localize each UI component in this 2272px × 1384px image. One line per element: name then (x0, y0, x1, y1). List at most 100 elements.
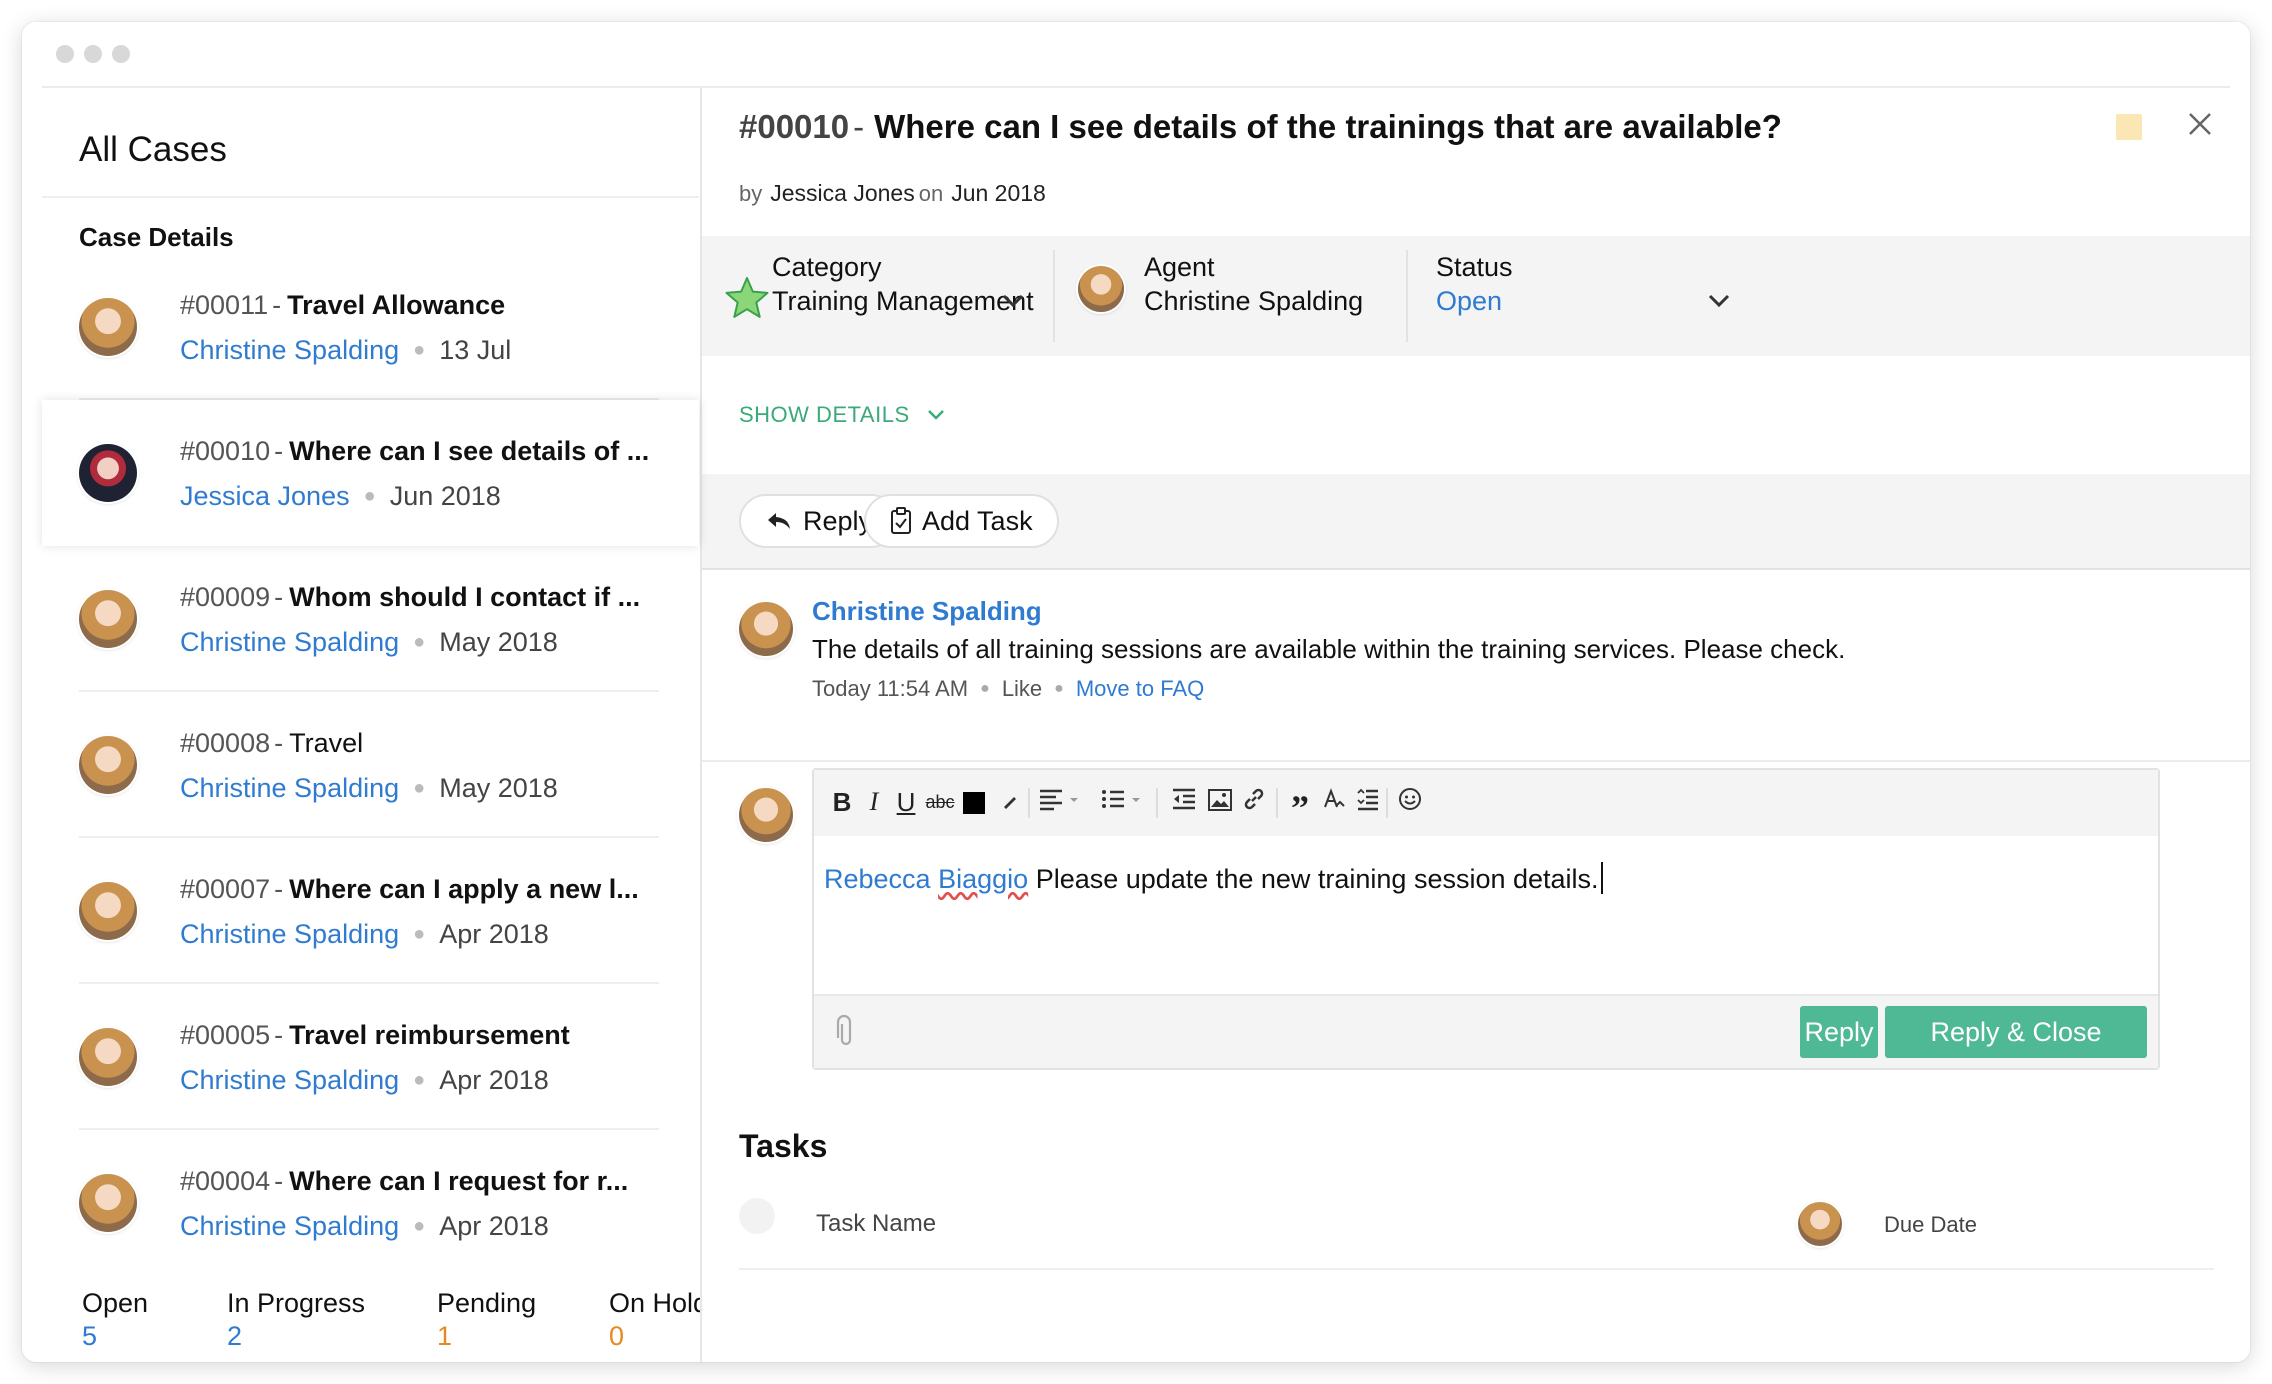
case-agent-link[interactable]: Christine Spalding (180, 919, 399, 949)
agent-value: Christine Spalding (1144, 286, 1364, 316)
status-count: 2 (227, 1321, 243, 1351)
status-on-hold[interactable]: On Hold 0 (609, 1288, 708, 1352)
status-field[interactable]: Status Open (1436, 252, 2250, 342)
reply-label: Reply (803, 505, 873, 536)
editor-footer: Reply Reply & Close (814, 994, 2158, 1068)
divider (1053, 250, 1055, 342)
status-in-progress[interactable]: In Progress 2 (227, 1288, 365, 1352)
avatar (79, 1028, 137, 1086)
chevron-down-icon[interactable] (998, 286, 1028, 316)
dot-separator: ● (413, 923, 426, 945)
divider (1276, 788, 1278, 818)
emoji-icon[interactable] (1390, 782, 1430, 822)
status-pending[interactable]: Pending 1 (437, 1288, 536, 1352)
divider (1406, 250, 1408, 342)
sticky-note-icon[interactable] (2116, 114, 2142, 140)
bold-icon[interactable]: B (824, 782, 860, 822)
status-label: Status (1436, 252, 1513, 282)
case-title: Where can I apply a new l... (289, 874, 639, 904)
text-color-icon[interactable] (954, 782, 994, 822)
case-item[interactable]: #00009- Whom should I contact if ... Chri… (42, 546, 699, 692)
agent-field[interactable]: Agent Christine Spalding (1074, 252, 1394, 342)
close-icon[interactable] (2180, 104, 2220, 144)
conversation-thread: Christine Spalding The details of all tr… (702, 572, 2250, 762)
case-dash: - (274, 874, 284, 904)
category-field[interactable]: Category Training Management (702, 252, 1052, 342)
editor-text: Please update the new training session d… (1035, 864, 1599, 894)
task-owner-avatar[interactable] (1798, 1202, 1842, 1246)
editor-content[interactable]: Rebecca Biaggio Please update the new tr… (824, 862, 1603, 895)
category-label: Category (772, 252, 882, 282)
dot-separator: ● (413, 1215, 426, 1237)
panel-title: All Cases (79, 130, 227, 169)
case-title: Travel Allowance (287, 290, 506, 320)
case-item-selected[interactable]: #00010- Where can I see details of ... Je… (42, 400, 699, 546)
mention[interactable]: Rebecca Biaggio (824, 864, 1028, 894)
add-task-button[interactable]: Add Task (864, 494, 1059, 548)
avatar (79, 1174, 137, 1232)
case-byline: by Jessica Jones on Jun 2018 (739, 180, 1046, 207)
outdent-icon[interactable] (1164, 782, 1204, 822)
window-minimize-dot[interactable] (84, 45, 102, 63)
avatar (79, 444, 137, 502)
thread-author-link[interactable]: Christine Spalding (812, 596, 1042, 627)
like-link[interactable]: Like (1002, 676, 1042, 701)
case-item[interactable]: #00007- Where can I apply a new l... Chri… (42, 838, 699, 984)
dot-separator: ● (413, 631, 426, 653)
reply-submit-button[interactable]: Reply (1800, 1006, 1878, 1058)
avatar (79, 298, 137, 356)
paperclip-icon[interactable] (834, 1014, 858, 1050)
agent-label: Agent (1144, 252, 1215, 282)
case-date: Jun 2018 (389, 481, 501, 511)
case-dash: - (274, 582, 284, 612)
reply-editor: B I U abc ” Rebecca Biaggio Please updat… (812, 768, 2160, 1070)
case-date: Apr 2018 (439, 919, 549, 949)
reply-and-close-button[interactable]: Reply & Close (1885, 1006, 2147, 1058)
case-agent-link[interactable]: Christine Spalding (180, 1211, 399, 1241)
underline-icon[interactable]: U (888, 782, 924, 822)
case-title: Whom should I contact if ... (289, 582, 641, 612)
line-spacing-icon[interactable] (1348, 782, 1388, 822)
avatar (79, 590, 137, 648)
move-to-faq-link[interactable]: Move to FAQ (1076, 676, 1204, 701)
case-item[interactable]: #00005- Travel reimbursement Christine Sp… (42, 984, 699, 1130)
dot-separator: ● (980, 680, 990, 697)
highlight-icon[interactable] (990, 782, 1030, 822)
case-agent-link[interactable]: Jessica Jones (180, 481, 350, 511)
case-number: #00008 (180, 728, 271, 758)
status-label: Pending (437, 1288, 537, 1318)
bullet-list-icon[interactable] (1094, 782, 1150, 822)
case-properties-bar: Category Training Management Agent Chris… (702, 236, 2250, 356)
case-title: Travel (289, 728, 364, 758)
status-count: 1 (437, 1321, 453, 1351)
status-summary-bar: Open 5 In Progress 2 Pending 1 On Hold 0 (42, 1268, 708, 1362)
status-value: Open (1436, 286, 1503, 316)
window-maximize-dot[interactable] (112, 45, 130, 63)
thread-message: The details of all training sessions are… (812, 634, 1846, 664)
case-agent-link[interactable]: Christine Spalding (180, 335, 399, 365)
show-details-toggle[interactable]: SHOW DETAILS (739, 402, 948, 428)
task-checkbox[interactable] (739, 1198, 775, 1234)
thread-meta: Today 11:54 AM ● Like ● Move to FAQ (812, 676, 1204, 702)
chevron-down-icon[interactable] (1704, 286, 1734, 316)
case-agent-link[interactable]: Christine Spalding (180, 1065, 399, 1095)
editor-toolbar: B I U abc ” (814, 770, 2158, 836)
agent-avatar (1078, 266, 1124, 312)
case-item[interactable]: #00004- Where can I request for r... Chri… (42, 1130, 699, 1276)
case-item[interactable]: #00008- Travel Christine Spalding ● May 201… (42, 692, 699, 838)
case-date: 13 Jul (439, 335, 512, 365)
case-dash: - (272, 290, 282, 320)
link-icon[interactable] (1234, 782, 1274, 822)
case-agent-link[interactable]: Christine Spalding (180, 627, 399, 657)
align-icon[interactable] (1032, 782, 1088, 822)
window-close-dot[interactable] (56, 45, 74, 63)
case-item[interactable]: #00011- Travel Allowance Christine Spaldi… (42, 254, 699, 400)
status-count: 5 (82, 1321, 98, 1351)
star-icon[interactable] (724, 276, 770, 320)
avatar (739, 602, 793, 656)
status-open[interactable]: Open 5 (82, 1288, 148, 1352)
case-author[interactable]: Jessica Jones (770, 180, 914, 206)
case-agent-link[interactable]: Christine Spalding (180, 773, 399, 803)
italic-icon[interactable]: I (856, 782, 892, 822)
add-task-label: Add Task (922, 505, 1033, 536)
